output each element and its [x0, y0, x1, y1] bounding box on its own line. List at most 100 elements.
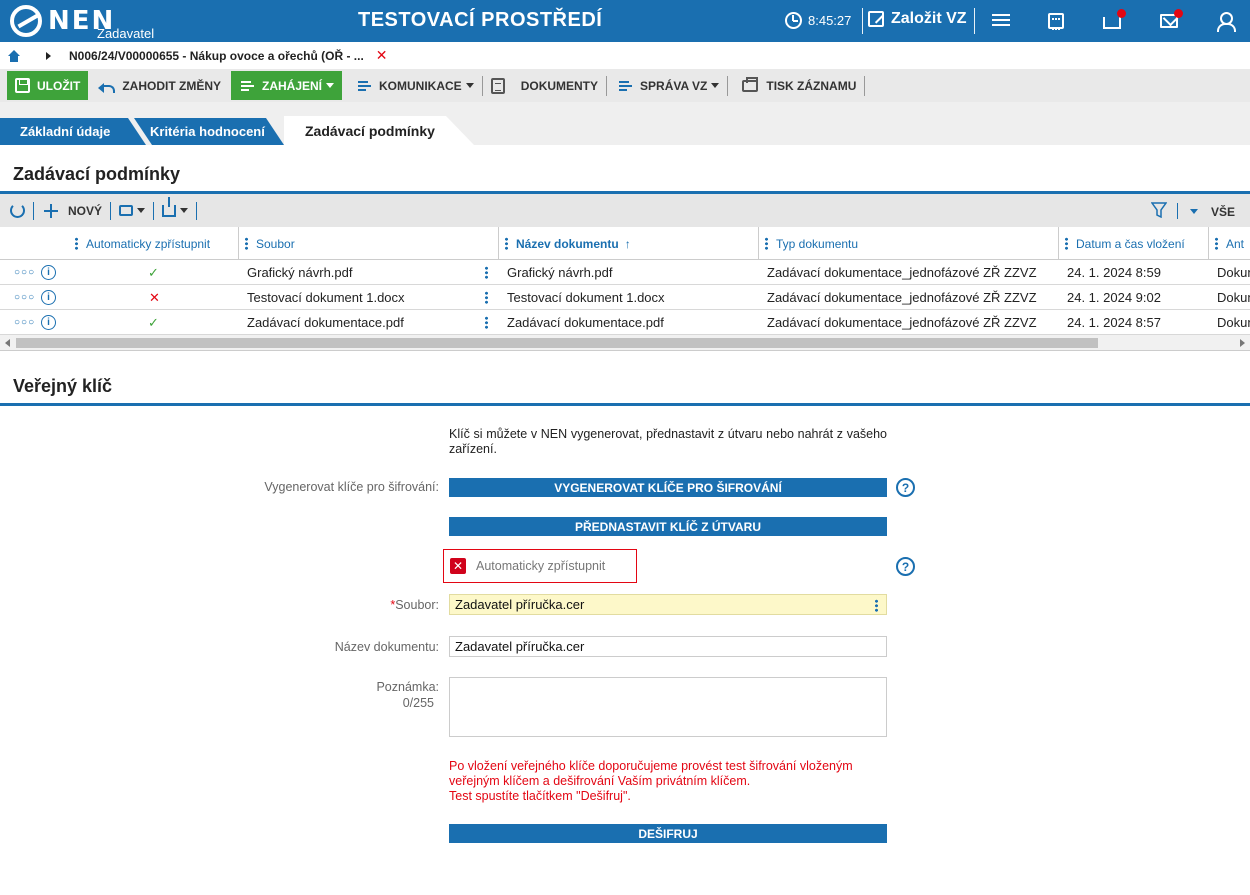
- print-record-button[interactable]: TISK ZÁZNAMU: [736, 71, 862, 100]
- save-button[interactable]: ULOŽIT: [7, 71, 89, 100]
- preset-key-button[interactable]: PŘEDNASTAVIT KLÍČ Z ÚTVARU: [449, 517, 887, 536]
- column-menu-icon[interactable]: [505, 237, 508, 250]
- generate-keys-button[interactable]: VYGENEROVAT KLÍČE PRO ŠIFROVÁNÍ: [449, 478, 887, 497]
- type-cell: Zadávací dokumentace_jednofázové ZŘ ZZVZ: [767, 265, 1037, 280]
- scroll-left-icon[interactable]: [5, 339, 10, 347]
- chevron-down-icon: [711, 83, 720, 88]
- info-button[interactable]: i: [41, 285, 56, 310]
- export-dropdown-button[interactable]: [156, 194, 194, 227]
- user-icon[interactable]: [1216, 12, 1236, 32]
- table-row[interactable]: ○○○ i ✓ Grafický návrh.pdf Grafický návr…: [0, 260, 1250, 285]
- name-cell: Zadávací dokumentace.pdf: [507, 315, 664, 330]
- documents-grid: Automaticky zpřístupnit Soubor Název dok…: [0, 227, 1250, 335]
- auto-publish-checkbox[interactable]: ✕ Automaticky zpřístupnit: [443, 549, 637, 583]
- filter-all-select[interactable]: VŠE: [1211, 205, 1235, 219]
- header-divider: [974, 8, 975, 34]
- inbox-icon[interactable]: [1103, 17, 1121, 29]
- home-icon[interactable]: [8, 49, 20, 62]
- management-icon: [619, 79, 633, 93]
- close-icon[interactable]: ✕: [376, 47, 388, 64]
- tab-basic-info[interactable]: Základní údaje: [0, 118, 130, 145]
- filter-icon[interactable]: [1151, 202, 1167, 218]
- document-name-input[interactable]: Zadavatel příručka.cer: [449, 636, 887, 657]
- help-icon[interactable]: ?: [896, 557, 915, 576]
- row-actions-icon[interactable]: ○○○: [14, 285, 35, 310]
- management-dropdown-button[interactable]: SPRÁVA VZ: [613, 71, 725, 100]
- warning-text: Po vložení veřejného klíče doporučujeme …: [449, 759, 889, 804]
- horizontal-scrollbar[interactable]: [0, 335, 1250, 351]
- save-label: ULOŽIT: [37, 78, 81, 93]
- chevron-down-icon: [326, 83, 335, 88]
- menu-icon[interactable]: [992, 11, 1012, 31]
- column-menu-icon[interactable]: [75, 237, 78, 250]
- plus-icon[interactable]: [44, 203, 58, 218]
- row-actions-icon[interactable]: ○○○: [14, 310, 35, 335]
- column-header-name[interactable]: Název dokumentu ↑: [505, 227, 631, 260]
- column-menu-icon[interactable]: [245, 237, 248, 250]
- tab-tender-conditions[interactable]: Zadávací podmínky: [284, 116, 454, 145]
- note-textarea[interactable]: [449, 677, 887, 737]
- column-menu-icon[interactable]: [1065, 237, 1068, 250]
- column-header-ant[interactable]: Ant: [1215, 227, 1244, 260]
- tab-bar: Základní údaje Kritéria hodnocení Zadáva…: [0, 102, 1250, 145]
- create-contract-button[interactable]: Založit VZ: [868, 10, 967, 28]
- breadcrumb-item[interactable]: N006/24/V00000655 - Nákup ovoce a ořechů…: [69, 49, 364, 63]
- date-cell: 24. 1. 2024 8:59: [1067, 265, 1161, 280]
- save-icon: [15, 78, 30, 93]
- chevron-down-icon: [465, 83, 474, 88]
- section-title: Veřejný klíč: [13, 376, 113, 396]
- column-label: Název dokumentu: [516, 236, 619, 251]
- column-header-date[interactable]: Datum a čas vložení: [1065, 227, 1185, 260]
- documents-label: DOKUMENTY: [520, 78, 599, 93]
- toolbar-divider: [110, 201, 112, 220]
- refresh-icon[interactable]: [10, 203, 25, 218]
- column-header-type[interactable]: Typ dokumentu: [765, 227, 858, 260]
- file-input[interactable]: Zadavatel příručka.cer: [449, 594, 887, 615]
- note-char-count: 0/255: [402, 696, 434, 710]
- column-header-auto[interactable]: Automaticky zpřístupnit: [75, 227, 210, 260]
- check-icon: ✓: [148, 264, 159, 280]
- communication-dropdown-button[interactable]: KOMUNIKACE: [352, 71, 480, 100]
- file-menu-button[interactable]: [485, 260, 488, 285]
- document-icon: [490, 77, 505, 94]
- column-menu-icon[interactable]: [1215, 237, 1218, 250]
- print-dropdown-button[interactable]: [113, 194, 151, 227]
- management-label: SPRÁVA VZ: [640, 78, 708, 93]
- print-icon: [742, 76, 759, 92]
- tab-evaluation-criteria[interactable]: Kritéria hodnocení: [135, 118, 275, 145]
- help-icon[interactable]: ?: [896, 478, 915, 497]
- decrypt-button[interactable]: DEŠIFRUJ: [449, 824, 887, 843]
- create-contract-label: Založit VZ: [891, 10, 967, 27]
- main-toolbar: ULOŽIT ZAHODIT ZMĚNY ZAHÁJENÍ KOMUNIKACE…: [0, 69, 1250, 102]
- documents-button[interactable]: DOKUMENTY: [485, 71, 604, 100]
- mail-notification-dot: [1174, 9, 1183, 18]
- column-menu-icon[interactable]: [765, 237, 768, 250]
- print-label: TISK ZÁZNAMU: [766, 78, 857, 93]
- column-label: Soubor: [256, 236, 295, 251]
- discard-changes-button[interactable]: ZAHODIT ZMĚNY: [92, 71, 227, 100]
- chevron-down-icon[interactable]: [1190, 209, 1198, 214]
- undo-icon: [98, 80, 116, 93]
- info-button[interactable]: i: [41, 260, 56, 285]
- column-header-file[interactable]: Soubor: [245, 227, 295, 260]
- scrollbar-thumb[interactable]: [16, 338, 1098, 348]
- start-dropdown-button[interactable]: ZAHÁJENÍ: [231, 71, 343, 100]
- kebab-icon[interactable]: [875, 599, 878, 612]
- checkbox-unchecked-icon[interactable]: ✕: [450, 558, 466, 574]
- calendar-icon[interactable]: [1048, 13, 1064, 30]
- scroll-right-icon[interactable]: [1240, 339, 1245, 347]
- tab-label: Zadávací podmínky: [305, 122, 435, 139]
- info-button[interactable]: i: [41, 310, 56, 335]
- file-cell: Testovací dokument 1.docx: [247, 290, 405, 305]
- document-name-label: Název dokumentu:: [334, 640, 439, 654]
- sort-ascending-icon: ↑: [624, 236, 631, 251]
- table-row[interactable]: ○○○ i ✓ Zadávací dokumentace.pdf Zadávac…: [0, 310, 1250, 335]
- nen-logo-icon: [10, 5, 42, 37]
- new-button[interactable]: NOVÝ: [66, 194, 108, 227]
- row-actions-icon[interactable]: ○○○: [14, 260, 35, 285]
- header-divider: [862, 8, 863, 34]
- kebab-icon: [485, 316, 488, 329]
- file-menu-button[interactable]: [485, 285, 488, 310]
- file-menu-button[interactable]: [485, 310, 488, 335]
- table-row[interactable]: ○○○ i ✕ Testovací dokument 1.docx Testov…: [0, 285, 1250, 310]
